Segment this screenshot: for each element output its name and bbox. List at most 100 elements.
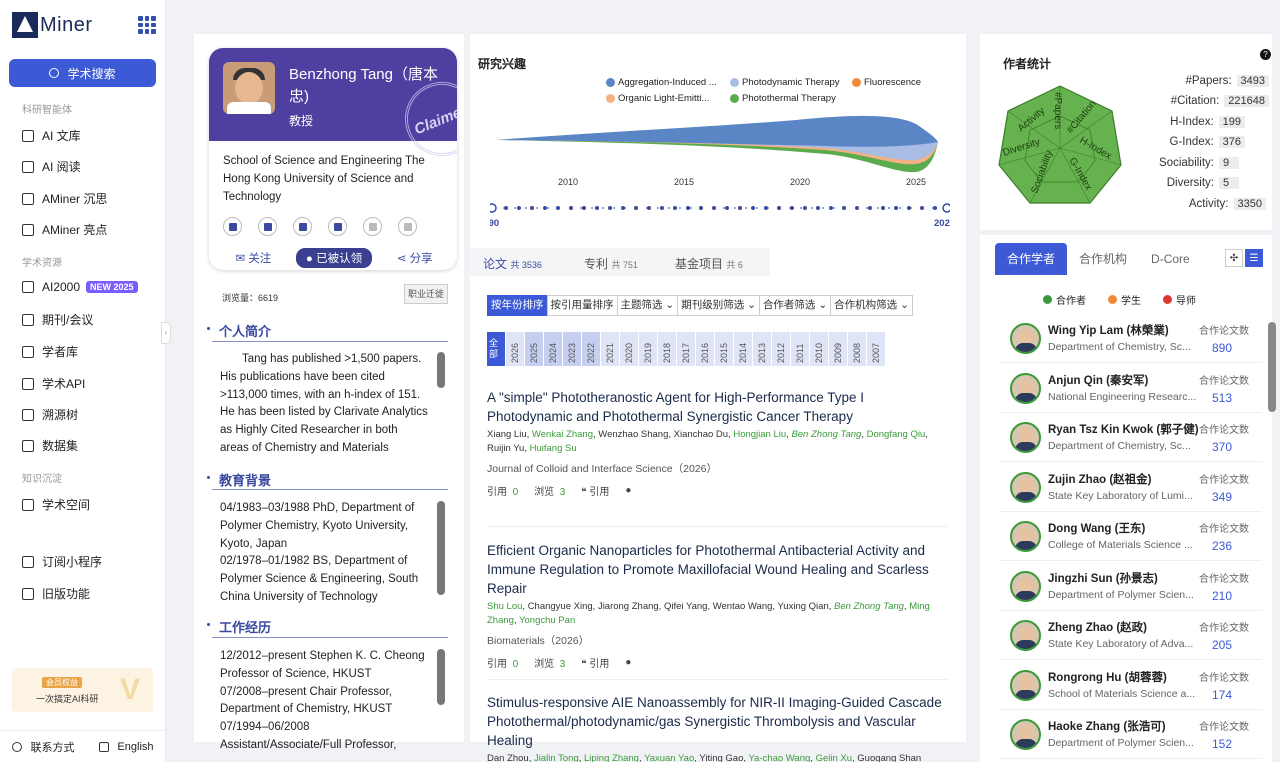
collaborator-name[interactable]: Haoke Zhang (张浩可) [1048, 718, 1166, 734]
author-link[interactable]: Jiarong Zhang [598, 601, 659, 612]
collaborator-avatar[interactable] [1010, 669, 1041, 701]
globe-icon[interactable]: ● [625, 485, 631, 496]
tab-dcore[interactable]: D-Core [1139, 243, 1202, 275]
sidebar-collapse-handle[interactable]: ‹ [161, 322, 171, 344]
year-chip[interactable]: 2025 [525, 332, 543, 366]
email-icon[interactable] [328, 217, 347, 236]
sidebar-item-aminer-think[interactable]: AMiner 沉思 [22, 190, 107, 207]
collaborator-row[interactable]: Rongrong Hu (胡蓉蓉) School of Materials Sci… [1000, 663, 1262, 710]
author-link[interactable]: Huifang Su [530, 443, 577, 454]
author-link[interactable]: Dongfang Qiu [867, 429, 926, 440]
collaborator-row[interactable]: Anjun Qin (秦安军) National Engineering Rese… [1000, 366, 1262, 413]
author-link[interactable]: Hongjian Liu [733, 429, 786, 440]
year-chip[interactable]: 2024 [544, 332, 562, 366]
tab-institutions[interactable]: 合作机构 [1067, 243, 1139, 275]
location-icon[interactable] [363, 217, 382, 236]
year-chip[interactable]: 2026 [506, 332, 524, 366]
aminer-profile-icon[interactable] [223, 217, 242, 236]
collaborator-name[interactable]: Wing Yip Lam (林榮業) [1048, 322, 1169, 338]
globe-icon[interactable]: ● [625, 657, 631, 668]
year-chip[interactable]: 2012 [772, 332, 790, 366]
year-chip[interactable]: 2020 [620, 332, 638, 366]
education-scrollbar[interactable] [437, 501, 445, 595]
author-link[interactable]: Ya-chao Wang [748, 753, 810, 762]
author-link[interactable]: Dan Zhou [487, 753, 529, 762]
year-range-slider[interactable]: 1990 2025 [490, 203, 950, 233]
year-chip[interactable]: 2011 [791, 332, 809, 366]
year-chip[interactable]: 2015 [715, 332, 733, 366]
collaborator-avatar[interactable] [1010, 471, 1041, 503]
author-link[interactable]: Gelin Xu [816, 753, 852, 762]
collaborator-row[interactable]: Haoke Zhang (张浩可) Department of Polymer S… [1000, 712, 1262, 759]
author-link[interactable]: Wenzhao Shang [598, 429, 668, 440]
paper-title[interactable]: A "simple" Phototheranostic Agent for Hi… [487, 388, 947, 426]
institution-filter-dropdown[interactable]: 合作机构筛选 ⌄ [830, 295, 913, 316]
collaborator-name[interactable]: Zheng Zhao (赵政) [1048, 619, 1147, 635]
membership-promo-banner[interactable]: 会员权益 一次搞定AI科研 V [12, 668, 153, 712]
collaborator-avatar[interactable] [1010, 323, 1041, 354]
sidebar-item-journals[interactable]: 期刊/会议 [22, 311, 93, 328]
share-button[interactable]: ⋖ 分享 [397, 250, 433, 266]
author-link[interactable]: Ben Zhong Tang [791, 429, 861, 440]
collaborator-row[interactable]: Wing Yip Lam (林榮業) Department of Chemistr… [1000, 316, 1262, 363]
author-link[interactable]: Jialin Tong [534, 753, 579, 762]
year-chip[interactable]: 2019 [639, 332, 657, 366]
contact-link[interactable]: 联系方式 [12, 739, 74, 755]
year-chip[interactable]: 2021 [601, 332, 619, 366]
tab-patents[interactable]: 专利 共 751 [584, 255, 638, 272]
collaborator-name[interactable]: Jingzhi Sun (孙景志) [1048, 570, 1158, 586]
collaborator-row[interactable]: Ryan Tsz Kin Kwok (郭子健) Department of Che… [1000, 415, 1262, 462]
author-link[interactable]: Wenkai Zhang [532, 429, 593, 440]
homepage-icon[interactable] [258, 217, 277, 236]
collaborator-row[interactable]: Zujin Zhao (赵祖金) State Key Laboratory of … [1000, 465, 1262, 512]
collaborator-name[interactable]: Anjun Qin (秦安军) [1048, 372, 1148, 388]
graph-view-icon[interactable]: ✣ [1225, 249, 1243, 267]
tab-coauthors[interactable]: 合作学者 [995, 243, 1068, 275]
author-link[interactable]: Yuxing Qian [778, 601, 829, 612]
author-link[interactable]: Xianchao Du [674, 429, 728, 440]
year-chip[interactable]: 2010 [810, 332, 828, 366]
app-grid-icon[interactable] [138, 16, 156, 34]
education-icon[interactable] [293, 217, 312, 236]
sidebar-item-academic-space[interactable]: 学术空间 [22, 496, 90, 513]
topic-filter-dropdown[interactable]: 主题筛选 ⌄ [616, 295, 679, 316]
paper-title[interactable]: Stimulus-responsive AIE Nanoassembly for… [487, 693, 947, 750]
tab-papers[interactable]: 论文 共 3536 [483, 255, 542, 272]
collaborator-row[interactable]: Zheng Zhao (赵政) State Key Laboratory of A… [1000, 613, 1262, 660]
sidebar-item-ai-library[interactable]: AI 文库 [22, 127, 81, 144]
academic-search-button[interactable]: 学术搜索 [9, 59, 156, 87]
sidebar-item-api[interactable]: 学术API [22, 375, 85, 392]
year-chip[interactable]: 2023 [563, 332, 581, 366]
coauthored-papers-count[interactable]: 890 [1212, 341, 1232, 355]
tab-funds[interactable]: 基金项目 共 6 [675, 255, 743, 272]
year-all-button[interactable]: 全部 [487, 332, 505, 366]
language-switch[interactable]: English [99, 741, 154, 753]
collaborator-avatar[interactable] [1010, 521, 1041, 552]
follow-button[interactable]: ✉ 关注 [235, 250, 271, 266]
paper-title[interactable]: Efficient Organic Nanoparticles for Phot… [487, 541, 947, 598]
collaborator-avatar[interactable] [1010, 422, 1041, 453]
author-link[interactable]: Shu Lou [487, 601, 522, 612]
coauthored-papers-count[interactable]: 236 [1212, 539, 1232, 553]
year-chip[interactable]: 2013 [753, 332, 771, 366]
author-link[interactable]: Yiting Gao [699, 753, 743, 762]
bio-scrollbar[interactable] [437, 352, 445, 388]
author-link[interactable]: Wentao Wang [713, 601, 773, 612]
author-link[interactable]: Yaxuan Yao [644, 753, 694, 762]
sidebar-item-aminer-highlight[interactable]: AMiner 亮点 [22, 221, 107, 238]
year-chip[interactable]: 2022 [582, 332, 600, 366]
journal-level-filter-dropdown[interactable]: 期刊级别筛选 ⌄ [677, 295, 760, 316]
legend-item[interactable]: Aggregation-Induced ... [606, 77, 717, 88]
sidebar-item-legacy[interactable]: 旧版功能 [22, 585, 90, 602]
cite-button[interactable]: ❝ 引用 [581, 483, 609, 498]
year-chip[interactable]: 2018 [658, 332, 676, 366]
collaborator-name[interactable]: Rongrong Hu (胡蓉蓉) [1048, 669, 1167, 685]
sidebar-item-scholars[interactable]: 学者库 [22, 343, 78, 360]
cite-button[interactable]: ❝ 引用 [581, 655, 609, 670]
claimed-button[interactable]: ● 已被认领 [295, 248, 373, 268]
collaborator-scrollbar[interactable] [1268, 322, 1276, 412]
author-link[interactable]: Changyue Xing [528, 601, 593, 612]
coauthored-papers-count[interactable]: 152 [1212, 737, 1232, 751]
sidebar-item-ai-reading[interactable]: AI 阅读 [22, 158, 81, 175]
year-chip[interactable]: 2007 [867, 332, 885, 366]
